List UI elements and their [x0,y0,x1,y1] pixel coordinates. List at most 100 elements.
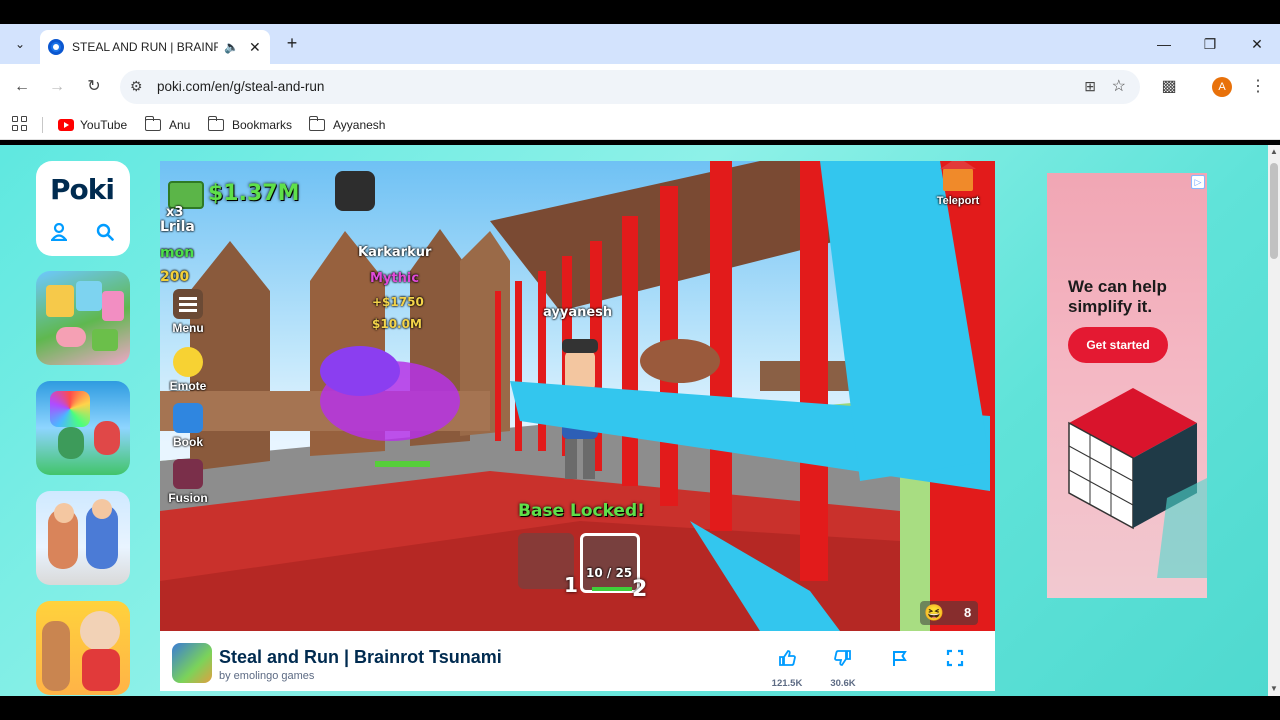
fusion-button[interactable]: Fusion [168,459,208,505]
fullscreen-button[interactable] [935,649,975,672]
speaker-icon[interactable]: 🔈 [224,40,239,54]
flag-icon [893,651,907,666]
new-tab-button[interactable]: + [282,32,302,56]
page-scrollbar[interactable]: ▲ ▼ [1268,145,1280,696]
bookmark-folder-ayyanesh[interactable]: Ayyanesh [308,115,385,135]
game-thumbnail-2[interactable] [36,381,130,475]
more-menu-icon[interactable]: ⋮ [1246,75,1270,99]
game-title: Steal and Run | Brainrot Tsunami [219,647,502,667]
scroll-down-icon[interactable]: ▼ [1269,684,1279,694]
game-info-bar: Steal and Run | Brainrot Tsunami by emol… [160,631,995,691]
nearby-name-3: 200 [160,269,190,285]
poki-page: Poki $1.37M x3 Lrila mon 200 Karkarkur M… [0,145,1268,696]
slot-number-1: 1 [564,573,578,597]
multiplier-badge: x3 [166,205,184,220]
menu-label: Menu [172,321,204,335]
game-canvas[interactable]: $1.37M x3 Lrila mon 200 Karkarkur Mythic… [160,161,995,631]
ad-choices-icon[interactable]: ▷ [1191,175,1205,189]
teleport-button[interactable]: Teleport [936,161,980,211]
menu-icon [173,289,203,319]
rarity-label: Mythic [370,271,420,286]
bookmark-youtube[interactable]: YouTube [58,115,127,135]
tab-search-icon[interactable]: ⌄ [8,32,32,56]
folder-icon [207,116,224,131]
back-button[interactable]: ← [10,75,34,99]
ad-cta-button[interactable]: Get started [1068,327,1168,363]
game-author[interactable]: by emolingo games [219,670,314,682]
players-icon: 😆 [924,605,944,622]
screen-top-edge [0,0,1280,24]
fullscreen-icon [946,649,964,667]
folder-icon [144,116,161,131]
dislike-count: 30.6K [830,678,856,689]
player-count-value: 8 [964,605,972,620]
url-text[interactable]: poki.com/en/g/steal-and-run [157,79,324,94]
bookmarks-divider [42,117,43,133]
restore-button[interactable]: ❐ [1198,32,1222,56]
player-nameplate: ayyanesh [543,305,613,320]
folder-icon [308,116,325,131]
bookmark-label: Anu [169,118,191,132]
game-icon [172,643,212,683]
dislike-button[interactable]: 30.6K [823,649,863,689]
book-label: Book [173,435,203,449]
emote-icon [173,347,203,377]
scroll-thumb[interactable] [1270,163,1278,259]
poki-favicon-icon [48,39,64,55]
bookmark-folder-bookmarks[interactable]: Bookmarks [207,115,293,135]
nearby-name-2: mon [160,245,195,261]
income-label: +$1750 [372,295,424,309]
search-icon[interactable] [96,223,114,241]
scroll-up-icon[interactable]: ▲ [1269,147,1279,157]
book-icon [173,403,203,433]
ad-headline: We can help simplify it. [1068,277,1167,316]
hotbar-slot-2[interactable] [580,533,640,593]
thumbs-down-icon [834,650,851,666]
reload-bar [592,587,632,591]
fusion-label: Fusion [168,491,208,505]
advertisement[interactable]: ▷ We can help simplify it. Get started [1047,173,1207,598]
extensions-icon[interactable]: ▩ [1157,75,1181,99]
apps-grid-icon[interactable] [12,116,28,132]
install-app-icon[interactable]: ⊞ [1084,78,1096,95]
house-icon [940,161,976,191]
bookmark-star-icon[interactable]: ☆ [1112,76,1126,96]
forward-button[interactable]: → [45,75,69,99]
teleport-label: Teleport [936,195,980,207]
nearby-name-1: Lrila [160,219,195,235]
bookmark-folder-anu[interactable]: Anu [144,115,191,135]
tab-active[interactable]: STEAL AND RUN | BRAINROT TSUNAMI 🔈 ✕ [40,30,270,64]
menu-button[interactable]: Menu [168,289,208,335]
site-info-icon[interactable]: ⚙ [130,78,143,95]
tab-close-icon[interactable]: ✕ [249,39,261,56]
youtube-icon [58,119,74,131]
minimize-button[interactable]: — [1152,32,1176,56]
window-close-button[interactable]: ✕ [1245,32,1269,56]
tab-title: STEAL AND RUN | BRAINROT TSUNAMI [72,40,218,54]
emote-button[interactable]: Emote [168,347,208,393]
emote-label: Emote [169,379,207,393]
user-icon[interactable] [51,223,67,241]
game-thumbnail-3[interactable] [36,491,130,585]
game-thumbnail-4[interactable] [36,601,130,695]
fusion-icon [173,459,203,489]
poki-logo[interactable]: Poki [50,173,115,206]
thumbs-up-icon [779,650,796,666]
enemy-nameplate: Karkarkur [358,245,432,260]
ad-cube-image [1068,388,1207,578]
ammo-counter: 10 / 25 [586,566,633,580]
book-button[interactable]: Book [168,403,208,449]
address-bar[interactable]: ⚙ poki.com/en/g/steal-and-run ⊞ ☆ [120,70,1140,104]
profile-avatar[interactable]: A [1212,77,1232,97]
slot-number-2: 2 [632,577,648,602]
money-counter: $1.37M [208,181,300,206]
game-thumbnail-1[interactable] [36,271,130,365]
like-count: 121.5K [771,678,803,689]
like-button[interactable]: 121.5K [767,649,807,689]
reload-button[interactable]: ↻ [82,75,106,99]
value-label: $10.0M [372,317,422,331]
report-button[interactable] [880,649,920,672]
bookmark-label: Bookmarks [232,118,293,132]
player-count: 😆 8 [920,601,978,625]
browser-toolbar: ← → ↻ ⚙ poki.com/en/g/steal-and-run ⊞ ☆ … [0,64,1280,110]
